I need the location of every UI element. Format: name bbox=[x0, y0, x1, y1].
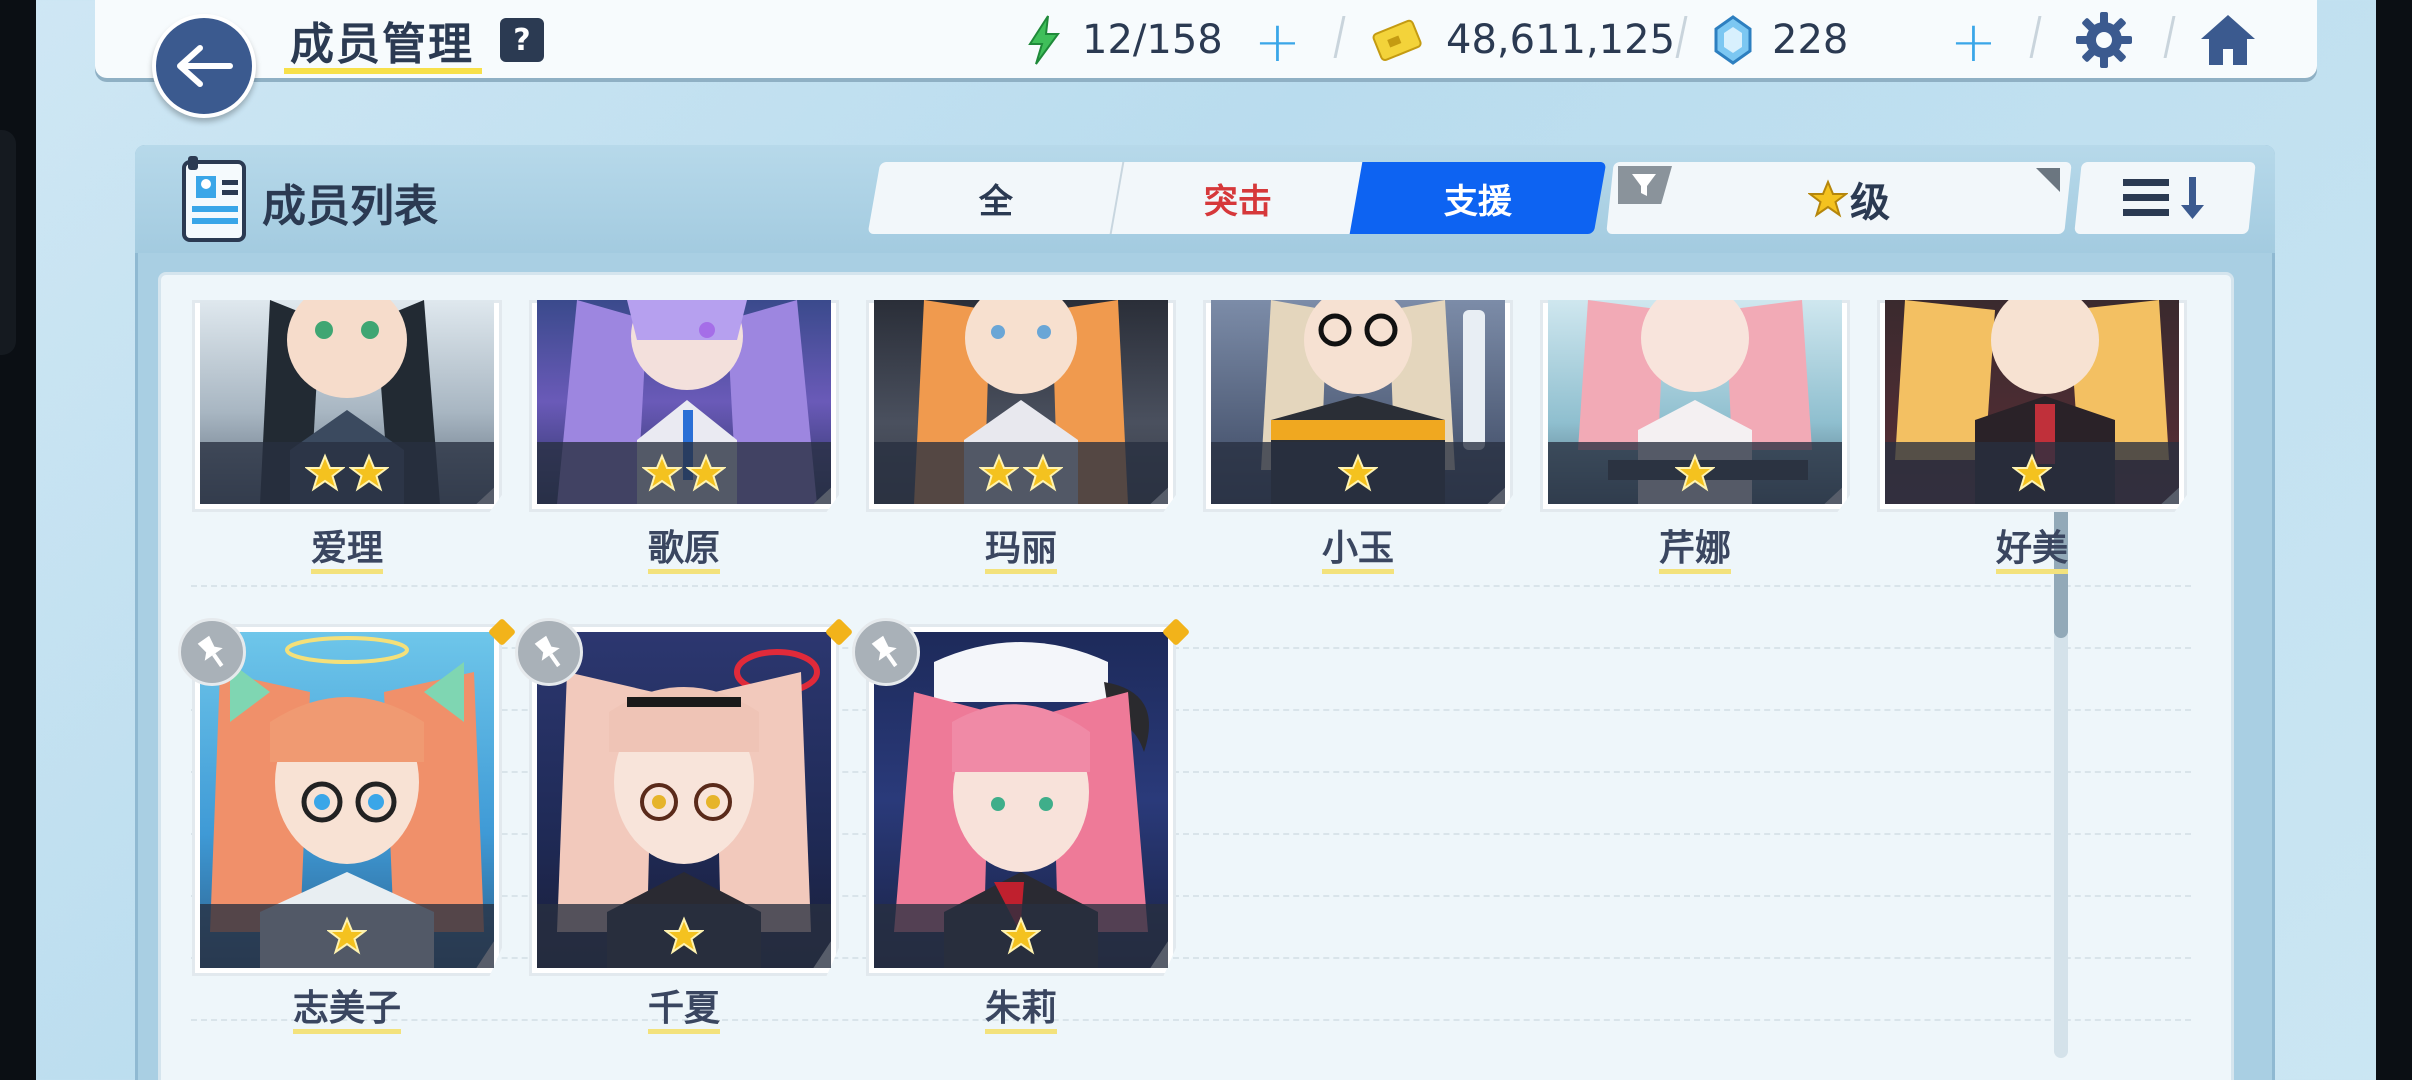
panel-title: 成员列表 bbox=[262, 181, 438, 232]
star-icon bbox=[1001, 916, 1041, 955]
member-name: 千夏 bbox=[529, 988, 839, 1034]
credits-value: 48,611,125 bbox=[1446, 17, 1676, 63]
member-name: 朱莉 bbox=[866, 988, 1176, 1034]
tab-support-label: 支援 bbox=[1444, 181, 1512, 222]
member-name-text: 千夏 bbox=[647, 989, 720, 1034]
member-name-text: 芹娜 bbox=[1658, 529, 1731, 574]
home-button[interactable] bbox=[2196, 8, 2260, 72]
pin-button[interactable] bbox=[515, 618, 583, 686]
star-icon bbox=[1808, 179, 1848, 218]
pin-button[interactable] bbox=[178, 618, 246, 686]
member-name: 爱理 bbox=[192, 528, 502, 574]
sort-descending-icon bbox=[2123, 177, 2204, 219]
filter-label-text: 级 bbox=[1850, 180, 1890, 226]
pin-icon bbox=[534, 635, 561, 668]
member-name: 志美子 bbox=[192, 988, 502, 1034]
member-card[interactable] bbox=[192, 624, 502, 976]
star-icon bbox=[664, 916, 704, 955]
star-icon bbox=[642, 453, 682, 492]
member-name-text: 玛丽 bbox=[984, 529, 1057, 574]
credits-display: 48,611,125 bbox=[1372, 10, 1675, 70]
member-name: 歌原 bbox=[529, 528, 839, 574]
rarity-stars bbox=[1885, 442, 2179, 504]
member-card[interactable] bbox=[192, 300, 502, 512]
star-icon bbox=[349, 453, 389, 492]
tab-all-label: 全 bbox=[979, 181, 1013, 222]
member-card[interactable] bbox=[866, 624, 1176, 976]
member-name-text: 小玉 bbox=[1321, 529, 1394, 574]
member-name: 好美 bbox=[1877, 528, 2187, 574]
title-underline bbox=[284, 68, 482, 74]
stamina-add-button[interactable]: + bbox=[1254, 10, 1301, 75]
help-button[interactable]: ? bbox=[500, 18, 544, 62]
member-name-text: 好美 bbox=[1995, 529, 2068, 574]
gems-value: 228 bbox=[1772, 17, 1849, 63]
sort-button[interactable] bbox=[2074, 162, 2256, 234]
home-icon bbox=[2201, 15, 2255, 65]
stamina-display: 12/158 bbox=[1024, 10, 1223, 70]
member-card[interactable] bbox=[1203, 300, 1513, 512]
tab-all[interactable]: 全 bbox=[867, 162, 1125, 234]
tab-assault[interactable]: 突击 bbox=[1109, 162, 1365, 234]
rarity-stars bbox=[200, 904, 494, 968]
star-icon bbox=[1023, 453, 1063, 492]
pin-icon bbox=[197, 635, 224, 668]
star-icon bbox=[1675, 453, 1715, 492]
star-icon bbox=[2012, 453, 2052, 492]
tab-support[interactable]: 支援 bbox=[1349, 162, 1607, 234]
dropdown-corner-icon bbox=[2036, 168, 2060, 192]
rarity-stars bbox=[874, 904, 1168, 968]
member-name-text: 朱莉 bbox=[984, 989, 1057, 1034]
rarity-stars bbox=[1211, 442, 1505, 504]
member-name-text: 爱理 bbox=[310, 529, 383, 574]
rarity-stars bbox=[1548, 442, 1842, 504]
member-name: 芹娜 bbox=[1540, 528, 1850, 574]
member-card[interactable] bbox=[866, 300, 1176, 512]
rarity-stars bbox=[200, 442, 494, 504]
camera-notch bbox=[0, 130, 16, 355]
star-icon bbox=[327, 916, 367, 955]
member-card[interactable] bbox=[529, 300, 839, 512]
member-name: 小玉 bbox=[1203, 528, 1513, 574]
gems-add-button[interactable]: + bbox=[1950, 10, 1997, 75]
stamina-value: 12/158 bbox=[1082, 17, 1223, 63]
star-icon bbox=[1338, 453, 1378, 492]
row-divider bbox=[191, 585, 2191, 587]
lightning-icon bbox=[1028, 15, 1060, 65]
pin-button[interactable] bbox=[852, 618, 920, 686]
star-icon bbox=[979, 453, 1019, 492]
member-card[interactable] bbox=[1540, 300, 1850, 512]
settings-button[interactable] bbox=[2072, 8, 2136, 72]
pin-icon bbox=[871, 635, 898, 668]
member-name-text: 志美子 bbox=[292, 989, 401, 1034]
arrow-left-icon bbox=[177, 45, 233, 87]
tab-assault-label: 突击 bbox=[1204, 181, 1272, 222]
star-icon bbox=[686, 453, 726, 492]
credit-card-icon bbox=[1372, 19, 1422, 62]
rarity-stars bbox=[874, 442, 1168, 504]
back-button[interactable] bbox=[152, 14, 256, 118]
screen-edge-right bbox=[2376, 0, 2412, 1080]
star-icon bbox=[305, 453, 345, 492]
member-card[interactable] bbox=[529, 624, 839, 976]
gear-icon bbox=[2076, 12, 2132, 68]
page-title: 成员管理 bbox=[290, 19, 474, 70]
crystal-icon bbox=[1714, 15, 1752, 65]
rarity-stars bbox=[537, 442, 831, 504]
gems-display: 228 bbox=[1712, 10, 1848, 70]
member-card[interactable] bbox=[1877, 300, 2187, 512]
filter-label: 级 bbox=[1808, 170, 1890, 228]
member-name: 玛丽 bbox=[866, 528, 1176, 574]
rarity-stars bbox=[537, 904, 831, 968]
member-list-icon bbox=[182, 156, 246, 242]
member-name-text: 歌原 bbox=[647, 529, 720, 574]
